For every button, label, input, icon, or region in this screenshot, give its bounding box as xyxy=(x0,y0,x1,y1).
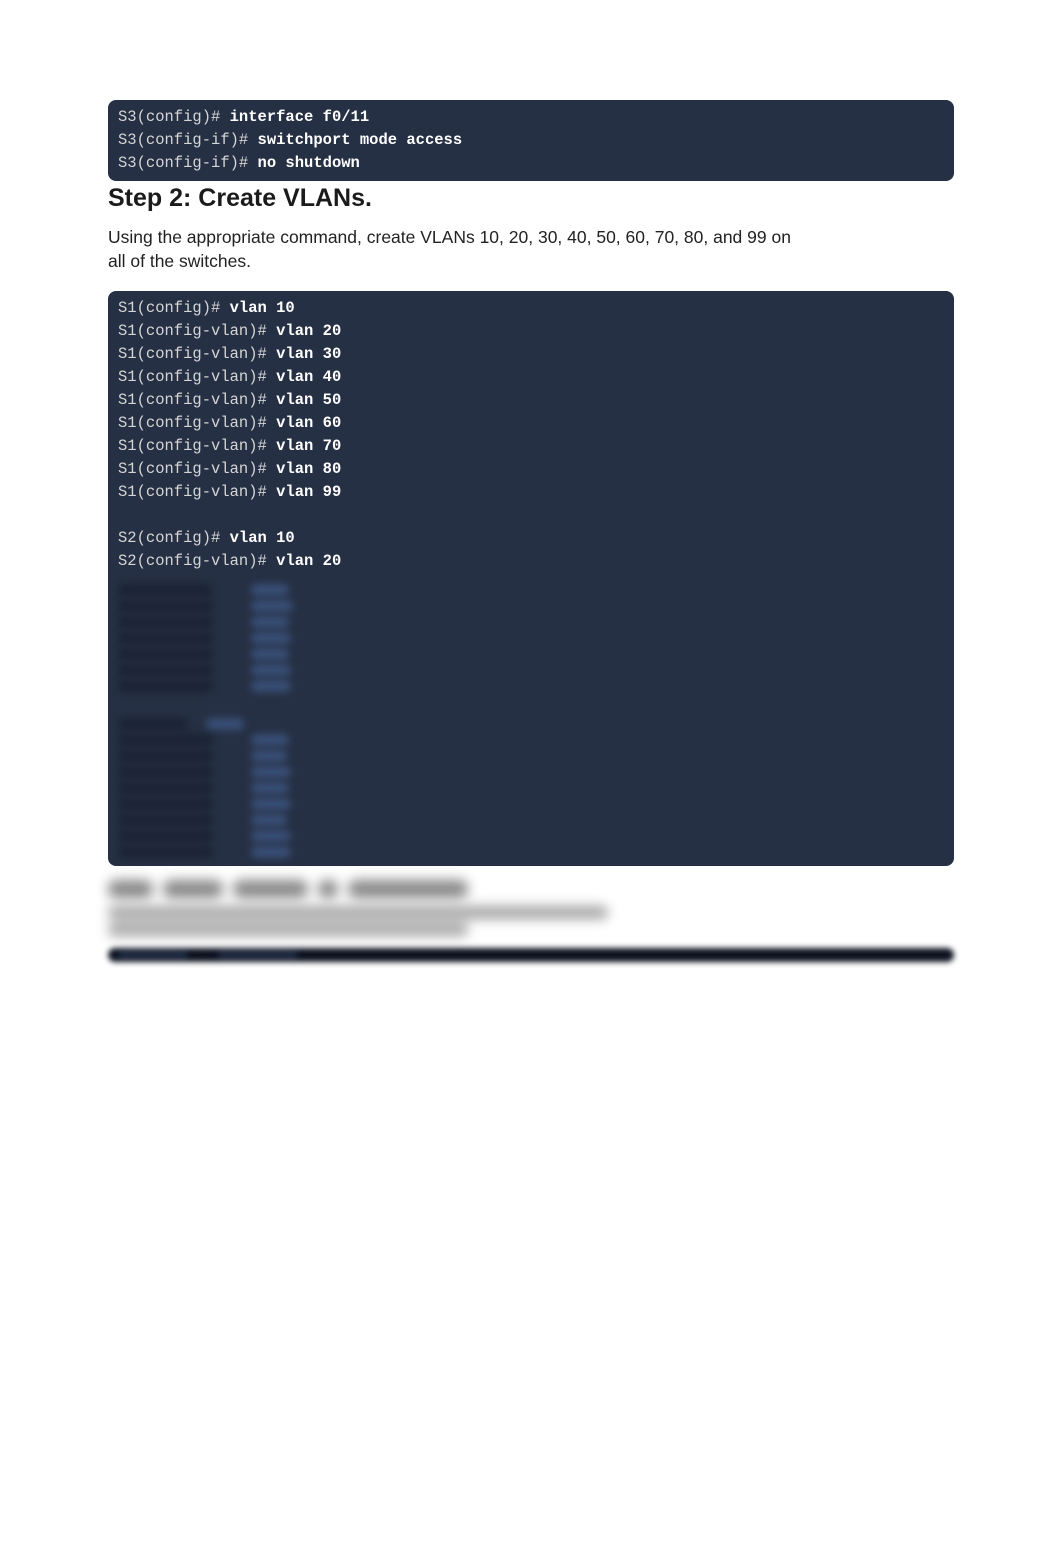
prompt: S1(config)# xyxy=(118,299,230,317)
step2-heading: Step 2: Create VLANs. xyxy=(108,184,954,213)
code-line: S1(config-vlan)# vlan 80 xyxy=(108,458,954,481)
code-line: S1(config-vlan)# vlan 20 xyxy=(108,320,954,343)
blank-line xyxy=(108,504,954,527)
blurred-code-continuation xyxy=(108,579,954,866)
code-line: S1(config-vlan)# vlan 30 xyxy=(108,343,954,366)
code-line: S3(config-if)# switchport mode access xyxy=(108,129,954,152)
blurred-step3-body xyxy=(108,906,954,936)
code-line: S2(config)# vlan 10 xyxy=(108,527,954,550)
command: vlan 60 xyxy=(276,414,341,432)
prompt: S1(config-vlan)# xyxy=(118,437,276,455)
code-line: S1(config-vlan)# vlan 70 xyxy=(108,435,954,458)
command: no shutdown xyxy=(258,154,360,172)
command: vlan 99 xyxy=(276,483,341,501)
code-line: S1(config-vlan)# vlan 99 xyxy=(108,481,954,504)
prompt: S2(config-vlan)# xyxy=(118,552,276,570)
prompt: S3(config-if)# xyxy=(118,154,258,172)
command: switchport mode access xyxy=(258,131,463,149)
command: interface f0/11 xyxy=(230,108,370,126)
command: vlan 80 xyxy=(276,460,341,478)
command: vlan 10 xyxy=(230,529,295,547)
command: vlan 70 xyxy=(276,437,341,455)
prompt: S3(config)# xyxy=(118,108,230,126)
command: vlan 40 xyxy=(276,368,341,386)
prompt: S1(config-vlan)# xyxy=(118,414,276,432)
code-line: S1(config)# vlan 10 xyxy=(108,297,954,320)
command: vlan 20 xyxy=(276,552,341,570)
command: vlan 20 xyxy=(276,322,341,340)
prompt: S1(config-vlan)# xyxy=(118,345,276,363)
prompt: S1(config-vlan)# xyxy=(118,460,276,478)
prompt: S1(config-vlan)# xyxy=(118,483,276,501)
code-line: S3(config-if)# no shutdown xyxy=(108,152,954,175)
command: vlan 50 xyxy=(276,391,341,409)
blurred-step3-heading xyxy=(108,880,954,898)
prompt: S1(config-vlan)# xyxy=(118,368,276,386)
prompt: S1(config-vlan)# xyxy=(118,322,276,340)
command: vlan 10 xyxy=(230,299,295,317)
code-block-vlans: S1(config)# vlan 10S1(config-vlan)# vlan… xyxy=(108,291,954,579)
prompt: S2(config)# xyxy=(118,529,230,547)
code-line: S1(config-vlan)# vlan 40 xyxy=(108,366,954,389)
step2-body: Using the appropriate command, create VL… xyxy=(108,225,808,273)
page: S3(config)# interface f0/11S3(config-if)… xyxy=(0,0,1062,962)
code-line: S1(config-vlan)# vlan 60 xyxy=(108,412,954,435)
code-line: S3(config)# interface f0/11 xyxy=(108,106,954,129)
code-block-interface: S3(config)# interface f0/11S3(config-if)… xyxy=(108,100,954,181)
command: vlan 30 xyxy=(276,345,341,363)
blurred-next-code-bar xyxy=(108,948,954,962)
code-line: S2(config-vlan)# vlan 20 xyxy=(108,550,954,573)
code-line: S1(config-vlan)# vlan 50 xyxy=(108,389,954,412)
prompt: S3(config-if)# xyxy=(118,131,258,149)
prompt: S1(config-vlan)# xyxy=(118,391,276,409)
